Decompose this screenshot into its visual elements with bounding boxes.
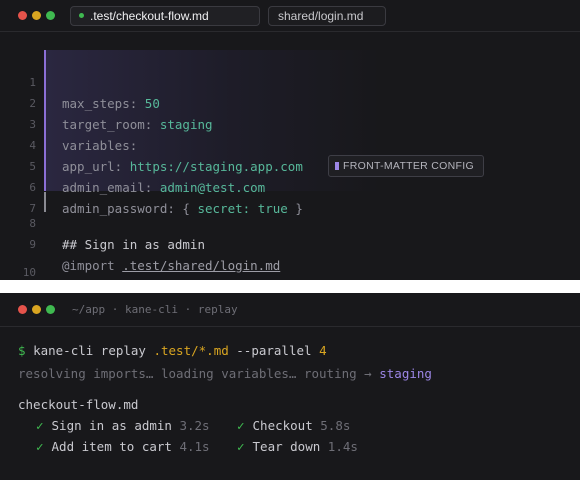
check-icon: ✓ <box>237 418 245 433</box>
minimize-window-button[interactable] <box>32 305 41 314</box>
code-line: 10 <box>0 241 580 279</box>
tab-label: shared/login.md <box>278 9 364 23</box>
check-icon: ✓ <box>36 439 44 454</box>
close-window-button[interactable] <box>18 11 27 20</box>
minimize-window-button[interactable] <box>32 11 41 20</box>
result-name: Checkout <box>252 418 313 433</box>
tab-checkout-flow[interactable]: .test/checkout-flow.md <box>70 6 260 26</box>
close-window-button[interactable] <box>18 305 27 314</box>
editor-window: .test/checkout-flow.md shared/login.md 1… <box>0 0 580 280</box>
maximize-window-button[interactable] <box>46 11 55 20</box>
code-line: 4 app_url: https://staging.app.com <box>0 114 580 174</box>
maximize-window-button[interactable] <box>46 305 55 314</box>
badge-marker-icon <box>335 162 339 170</box>
code-line: 3 variables: <box>0 93 580 153</box>
modified-dot-icon <box>79 13 84 18</box>
command-glob: .test/*.md <box>153 343 229 358</box>
result-item: ✓ Checkout 5.8s <box>237 417 350 435</box>
terminal-title: ~/app · kane-cli · replay <box>72 303 238 316</box>
command-count: 4 <box>319 343 327 358</box>
status-line: resolving imports… loading variables… ro… <box>18 365 432 383</box>
result-name: Sign in as admin <box>51 418 172 433</box>
result-name: Add item to cart <box>51 439 172 454</box>
code-line: 9 @import .test/shared/login.md <box>0 213 580 273</box>
tab-label: .test/checkout-flow.md <box>90 9 209 23</box>
badge-label: FRONT-MATTER CONFIG <box>343 160 474 172</box>
result-time: 3.2s <box>179 418 210 433</box>
code-line: 8 ## Sign in as admin <box>0 192 580 252</box>
code-line: 6 admin_password: { secret: true } <box>0 156 580 216</box>
terminal-window: ~/app · kane-cli · replay $ kane-cli rep… <box>0 293 580 480</box>
check-icon: ✓ <box>36 418 44 433</box>
tab-shared-login[interactable]: shared/login.md <box>268 6 386 26</box>
command-line: $ kane-cli replay .test/*.md --parallel … <box>18 342 327 360</box>
command-name: kane-cli replay <box>33 343 146 358</box>
result-item: ✓ Sign in as admin 3.2s <box>36 417 210 435</box>
code-line: 2 target_room: staging <box>0 72 580 132</box>
command-flag: --parallel <box>236 343 312 358</box>
code-line: 5 admin_email: admin@test.com <box>0 135 580 195</box>
result-item: ✓ Add item to cart 4.1s <box>36 438 210 456</box>
terminal-titlebar: ~/app · kane-cli · replay <box>0 293 580 327</box>
code-line: 1 max_steps: 50 <box>0 51 580 111</box>
status-text: resolving imports… loading variables… ro… <box>18 366 372 381</box>
status-target: staging <box>379 366 432 381</box>
front-matter-config-badge: FRONT-MATTER CONFIG <box>328 155 484 177</box>
result-time: 5.8s <box>320 418 351 433</box>
result-item: ✓ Tear down 1.4s <box>237 438 358 456</box>
code-editor[interactable]: 1 max_steps: 50 2 target_room: staging 3… <box>0 50 580 279</box>
result-time: 1.4s <box>327 439 358 454</box>
check-icon: ✓ <box>237 439 245 454</box>
prompt-symbol: $ <box>18 343 26 358</box>
line-number: 10 <box>22 266 36 279</box>
result-name: Tear down <box>252 439 321 454</box>
result-file: checkout-flow.md <box>18 397 139 412</box>
editor-titlebar: .test/checkout-flow.md shared/login.md <box>0 0 580 32</box>
result-time: 4.1s <box>179 439 210 454</box>
